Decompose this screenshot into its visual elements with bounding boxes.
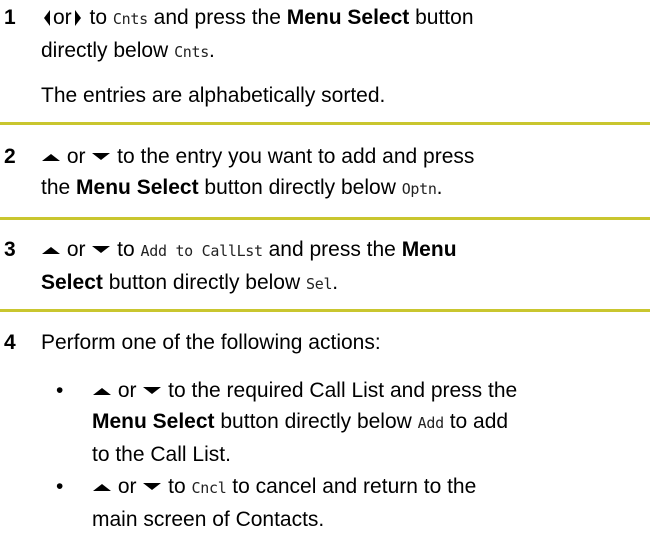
- up-arrow-icon: [93, 484, 111, 492]
- text: and press the: [262, 238, 402, 261]
- softkey-label: Add to CallLst: [140, 242, 264, 260]
- text: to: [111, 238, 141, 261]
- left-arrow-icon: [44, 10, 50, 27]
- text: or: [112, 475, 143, 498]
- up-arrow-icon: [42, 154, 60, 162]
- text: or: [61, 145, 92, 168]
- bullet-mark: •: [56, 379, 64, 402]
- step-line: or to the entry you want to add and pres…: [41, 141, 641, 172]
- bullet-text: or to Cncl to cancel and return to the m…: [92, 471, 642, 535]
- step-line: Perform one of the following actions:: [41, 331, 381, 354]
- step-body: or to Add to CallLst and press the Menu …: [41, 234, 641, 300]
- menu-select-label: Menu Select: [76, 176, 199, 199]
- step-number: 2: [4, 145, 16, 168]
- text: button directly below: [214, 410, 418, 433]
- step-line: main screen of Contacts.: [92, 508, 325, 531]
- text: .: [436, 176, 443, 199]
- softkey-label: Add: [417, 414, 445, 432]
- select-label: Select: [41, 271, 103, 294]
- step-line: Menu Select button directly below Add to…: [92, 406, 642, 439]
- step-line: to the Call List.: [92, 443, 231, 466]
- text: to add: [443, 410, 509, 433]
- text: or: [53, 6, 72, 29]
- softkey-label: Cnts: [174, 43, 209, 61]
- step-number: 3: [4, 238, 16, 261]
- menu-select-label: Menu Select: [92, 410, 215, 433]
- down-arrow-icon: [143, 387, 162, 395]
- menu-label: Menu: [401, 238, 457, 261]
- softkey-label: Cnts: [112, 10, 148, 28]
- down-arrow-icon: [92, 153, 111, 161]
- text: directly below: [41, 39, 175, 62]
- text: .: [209, 39, 215, 62]
- step-note: The entries are alphabetically sorted.: [41, 84, 386, 107]
- softkey-label: Sel: [305, 275, 333, 293]
- text: to: [162, 475, 192, 498]
- text: to: [83, 6, 113, 29]
- down-arrow-icon: [92, 246, 111, 254]
- step-number: 1: [4, 6, 16, 29]
- text: button directly below: [198, 176, 402, 199]
- step-line: Select button directly below Sel.: [41, 267, 641, 300]
- text: to the entry you want to add and press: [111, 145, 475, 168]
- text: or: [112, 379, 143, 402]
- step-line: or to Add to CallLst and press the Menu: [41, 234, 641, 267]
- up-arrow-icon: [42, 247, 60, 255]
- divider: [0, 217, 650, 220]
- text: .: [332, 271, 339, 294]
- step-body: or to the entry you want to add and pres…: [41, 141, 641, 205]
- text: button directly below: [102, 271, 306, 294]
- down-arrow-icon: [143, 483, 162, 491]
- up-arrow-icon: [93, 388, 111, 396]
- menu-select-label: Menu Select: [286, 6, 410, 29]
- step-number: 4: [4, 331, 16, 354]
- text: to cancel and return to the: [226, 475, 477, 498]
- text: and press the: [147, 6, 287, 29]
- step-body: or to Cnts and press the Menu Select but…: [41, 2, 641, 111]
- softkey-label: Cncl: [191, 479, 227, 497]
- step-line: the Menu Select button directly below Op…: [41, 172, 641, 205]
- divider: [0, 122, 650, 125]
- bullet-mark: •: [56, 475, 64, 498]
- text: to the required Call List and press the: [162, 379, 518, 402]
- step-line: directly below Cnts.: [41, 35, 641, 68]
- softkey-label: Optn: [401, 180, 437, 198]
- step-line: or to the required Call List and press t…: [92, 375, 642, 406]
- step-intro: Perform one of the following actions:: [41, 327, 641, 358]
- bullet-text: or to the required Call List and press t…: [92, 375, 642, 470]
- step-line: or to Cncl to cancel and return to the: [92, 471, 642, 504]
- right-arrow-icon: [74, 10, 81, 27]
- step-line: or to Cnts and press the Menu Select but…: [41, 2, 641, 35]
- text: button: [409, 6, 474, 29]
- text: the: [41, 176, 77, 199]
- text: or: [61, 238, 92, 261]
- divider: [0, 309, 650, 312]
